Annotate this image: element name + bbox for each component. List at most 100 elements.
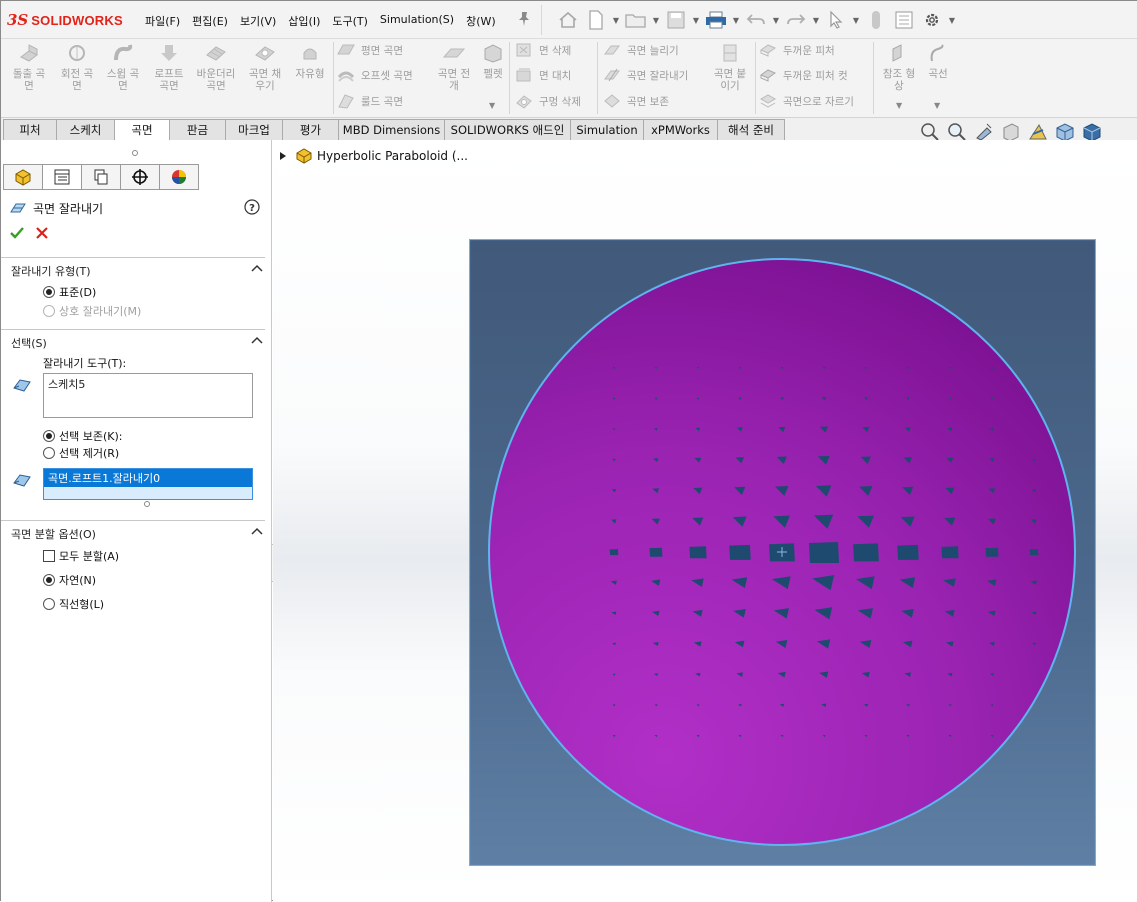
collapse-chevron-icon[interactable] (251, 336, 263, 344)
menu-tools[interactable]: 도구(T) (326, 11, 374, 31)
new-document-icon[interactable] (582, 6, 610, 34)
pin-icon[interactable] (517, 11, 531, 27)
curves-button[interactable]: 곡선 (921, 43, 955, 80)
pieces-to-keep-item[interactable]: 곡면.로프트1.잘라내기0 (44, 469, 252, 487)
ok-checkmark-icon[interactable] (9, 226, 25, 240)
radio-remove-selections-circle[interactable] (43, 447, 55, 459)
tab-surfaces[interactable]: 곡면 (114, 119, 170, 141)
tab-mbd-dimensions[interactable]: MBD Dimensions (338, 119, 445, 140)
cancel-x-icon[interactable] (35, 226, 49, 240)
display-style-icon[interactable] (1081, 122, 1103, 142)
home-icon[interactable] (554, 6, 582, 34)
open-dropdown-icon[interactable]: ▼ (650, 6, 662, 34)
expand-caret-icon[interactable] (279, 152, 287, 160)
checkbox-split-all[interactable]: 모두 분할(A) (43, 548, 119, 564)
freeform-button[interactable]: 자유형 (289, 43, 331, 80)
trim-surface-button[interactable]: 곡면 잘라내기 (603, 67, 688, 83)
delete-face-button[interactable]: 면 삭제 (515, 42, 571, 58)
filled-surface-button[interactable]: 곡면 채 우기 (243, 43, 287, 92)
redo-dropdown-icon[interactable]: ▼ (810, 6, 822, 34)
reference-geometry-dropdown-icon[interactable]: ▼ (896, 101, 902, 110)
options-gear-icon[interactable] (918, 6, 946, 34)
extruded-surface-button[interactable]: 돌출 곡 면 (7, 43, 51, 92)
panel-grip-handle[interactable] (132, 150, 138, 156)
select-cursor-icon[interactable] (822, 6, 850, 34)
tab-displaymanager[interactable] (159, 164, 199, 190)
section-selections[interactable]: 선택(S) (1, 329, 272, 351)
view-orientation-icon[interactable] (1054, 122, 1076, 142)
radio-keep-selections[interactable]: 선택 보존(K): (43, 428, 122, 444)
new-dropdown-icon[interactable]: ▼ (610, 6, 622, 34)
untrim-surface-button[interactable]: 곡면 보존 (603, 93, 669, 109)
flatten-surface-button[interactable]: 곡면 전 개 (431, 43, 477, 92)
rebuild-traffic-light-icon[interactable] (862, 6, 890, 34)
zoom-to-fit-icon[interactable] (919, 122, 941, 142)
dynamic-annotation-icon[interactable] (1027, 122, 1049, 142)
trim-tool-value[interactable]: 스케치5 (48, 378, 85, 391)
tab-xpmworks[interactable]: xPMWorks (643, 119, 718, 140)
trim-tool-listbox[interactable]: 스케치5 (43, 373, 253, 418)
collapse-chevron-icon[interactable] (251, 264, 263, 272)
model-viewport[interactable] (469, 239, 1096, 866)
pallet-dropdown-icon[interactable]: ▼ (489, 101, 495, 110)
radio-natural-circle[interactable] (43, 574, 55, 586)
select-dropdown-icon[interactable]: ▼ (850, 6, 862, 34)
graphics-area[interactable]: Hyperbolic Paraboloid (... (273, 140, 1137, 902)
menu-window[interactable]: 창(W) (460, 11, 502, 31)
section-view-icon[interactable] (1000, 122, 1022, 142)
options-dropdown-icon[interactable]: ▼ (946, 6, 958, 34)
boundary-surface-button[interactable]: 바운더리 곡면 (193, 43, 239, 92)
cut-with-surface-button[interactable]: 곡면으로 자르기 (759, 93, 854, 109)
radio-keep-selections-circle[interactable] (43, 430, 55, 442)
print-dropdown-icon[interactable]: ▼ (730, 6, 742, 34)
tab-sketch[interactable]: 스케치 (56, 119, 115, 140)
checkbox-split-all-box[interactable] (43, 550, 55, 562)
previous-view-icon[interactable] (973, 122, 995, 142)
extend-surface-button[interactable]: 곡면 늘리기 (603, 42, 679, 58)
menu-simulation[interactable]: Simulation(S) (374, 11, 460, 31)
curves-dropdown-icon[interactable]: ▼ (934, 101, 940, 110)
tab-features[interactable]: 피처 (3, 119, 57, 140)
tab-simulation[interactable]: Simulation (570, 119, 644, 140)
tab-featuremanager[interactable] (3, 164, 43, 190)
save-icon[interactable] (662, 6, 690, 34)
menu-view[interactable]: 보기(V) (234, 11, 282, 31)
knit-surface-button[interactable]: 곡면 붙 이기 (707, 43, 753, 92)
undo-icon[interactable] (742, 6, 770, 34)
flyout-featuremanager-tree[interactable]: Hyperbolic Paraboloid (... (279, 148, 468, 164)
planar-surface-button[interactable]: 평면 곡면 (337, 42, 403, 58)
radio-natural[interactable]: 자연(N) (43, 572, 96, 588)
tab-dimxpertmanager[interactable] (120, 164, 160, 190)
tab-sheet-metal[interactable]: 판금 (169, 119, 226, 140)
radio-remove-selections[interactable]: 선택 제거(R) (43, 445, 119, 461)
lofted-surface-button[interactable]: 로프트 곡면 (147, 43, 191, 92)
radio-standard[interactable]: 표준(D) (43, 284, 96, 300)
pieces-to-keep-listbox[interactable]: 곡면.로프트1.잘라내기0 (43, 468, 253, 500)
tab-analysis-preparation[interactable]: 해석 준비 (717, 119, 785, 140)
file-properties-icon[interactable] (890, 6, 918, 34)
open-folder-icon[interactable] (622, 6, 650, 34)
listbox-resize-handle[interactable] (144, 501, 150, 507)
radio-linear-circle[interactable] (43, 598, 55, 610)
offset-surface-button[interactable]: 오프셋 곡면 (337, 67, 413, 83)
pallet-button[interactable]: 펠렛 (479, 43, 507, 80)
replace-face-button[interactable]: 면 대치 (515, 67, 571, 83)
menu-insert[interactable]: 삽입(I) (282, 11, 326, 31)
thicken-button[interactable]: 두꺼운 피처 (759, 42, 835, 58)
tab-markup[interactable]: 마크업 (225, 119, 283, 140)
tab-configurationmanager[interactable] (81, 164, 121, 190)
radio-standard-circle[interactable] (43, 286, 55, 298)
collapse-chevron-icon[interactable] (251, 527, 263, 535)
redo-icon[interactable] (782, 6, 810, 34)
zoom-to-area-icon[interactable] (946, 122, 968, 142)
menu-file[interactable]: 파일(F) (139, 11, 186, 31)
section-surface-split-options[interactable]: 곡면 분할 옵션(O) (1, 520, 272, 542)
radio-linear[interactable]: 직선형(L) (43, 596, 104, 612)
reference-geometry-button[interactable]: 참조 형 상 (877, 43, 921, 92)
tab-propertymanager[interactable] (42, 164, 82, 190)
print-icon[interactable] (702, 6, 730, 34)
swept-surface-button[interactable]: 스윕 곡 면 (101, 43, 145, 92)
undo-dropdown-icon[interactable]: ▼ (770, 6, 782, 34)
revolved-surface-button[interactable]: 회전 곡 면 (55, 43, 99, 92)
ruled-surface-button[interactable]: 룰드 곡면 (337, 93, 403, 109)
